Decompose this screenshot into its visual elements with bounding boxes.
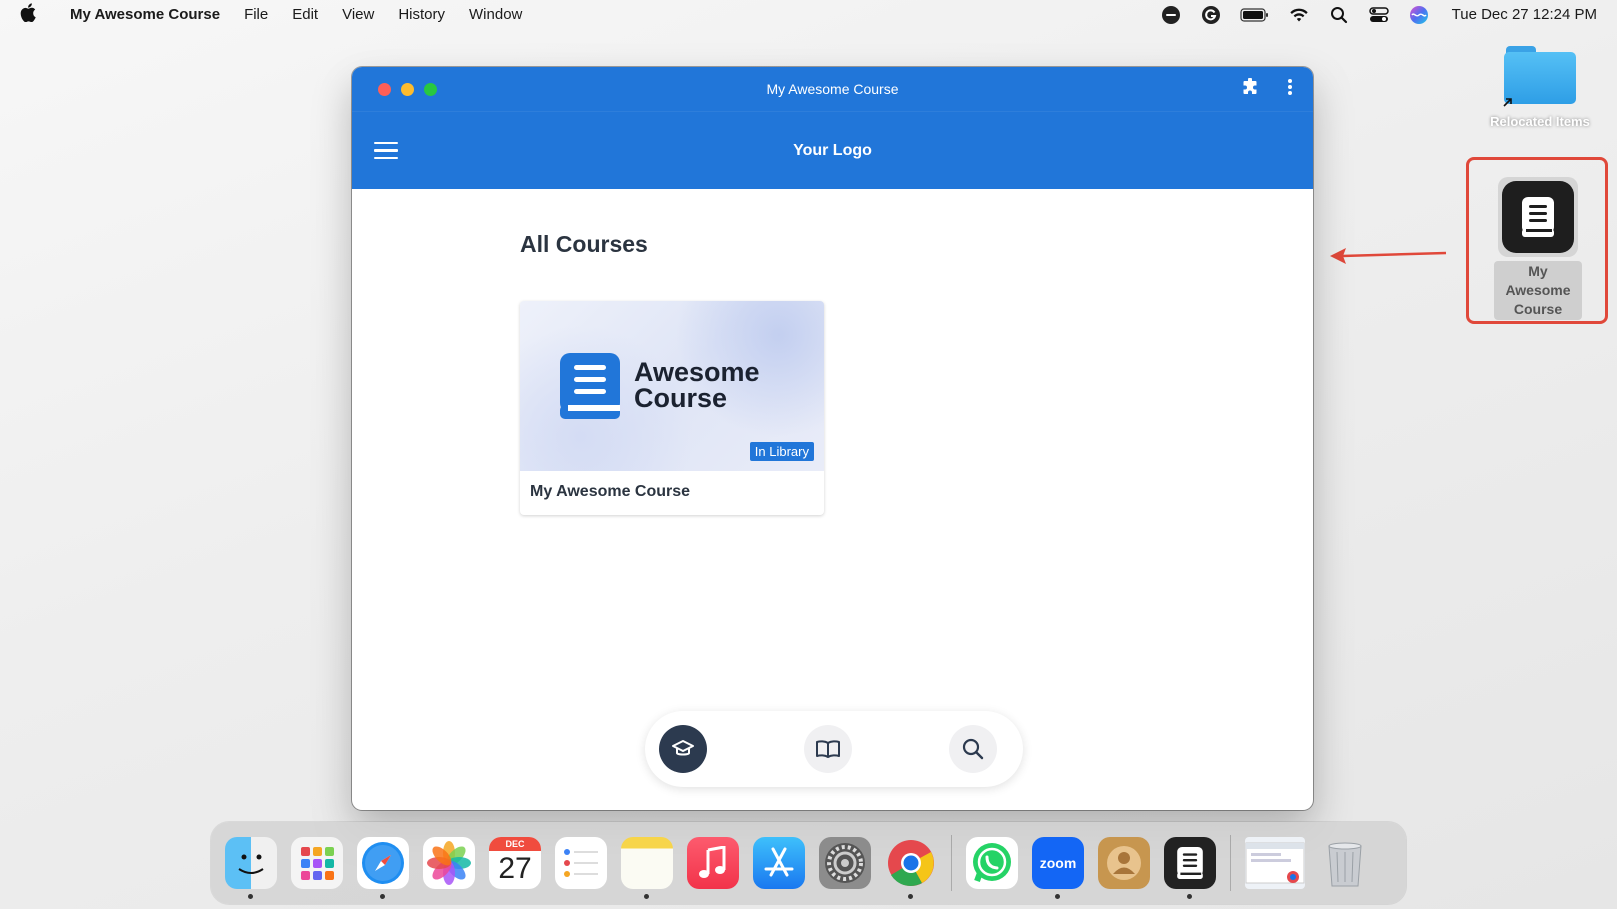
window-controls — [378, 82, 437, 96]
dock-safari[interactable] — [357, 837, 409, 899]
safari-compass-icon — [362, 842, 404, 884]
menu-view[interactable]: View — [342, 6, 374, 23]
siri-icon[interactable] — [1408, 4, 1430, 26]
menu-file[interactable]: File — [244, 6, 268, 23]
music-note-icon — [699, 846, 726, 878]
zoom-label: zoom — [1039, 855, 1077, 871]
gear-icon — [825, 843, 865, 883]
menubar-clock[interactable]: Tue Dec 27 12:24 PM — [1452, 6, 1597, 23]
dock-my-awesome-course[interactable] — [1164, 837, 1216, 899]
thumbnail-brand: Awesome Course — [634, 357, 760, 413]
nav-courses-button[interactable] — [659, 725, 707, 773]
app-window: My Awesome Course Your Logo All Courses — [352, 67, 1313, 810]
dock-system-settings[interactable] — [819, 837, 871, 889]
course-thumbnail: Awesome Course In Library — [520, 301, 824, 471]
photos-flower-icon — [427, 841, 471, 885]
desktop-app-label: My Awesome Course — [1494, 261, 1582, 320]
desktop-app-my-awesome-course[interactable]: My Awesome Course — [1494, 177, 1582, 320]
chrome-icon — [888, 840, 934, 887]
dock-finder[interactable] — [225, 837, 277, 899]
app-header: Your Logo — [352, 111, 1313, 189]
dock: DEC 27 zoom — [211, 822, 1406, 904]
open-book-icon — [816, 740, 840, 758]
search-icon — [962, 738, 984, 760]
whatsapp-icon — [973, 843, 1011, 883]
window-titlebar[interactable]: My Awesome Course — [352, 67, 1313, 111]
book-icon — [560, 353, 620, 419]
launchpad-grid-icon — [301, 847, 334, 880]
hamburger-menu-icon[interactable] — [374, 137, 398, 165]
dock-whatsapp[interactable] — [966, 837, 1018, 889]
dock-contacts[interactable] — [1098, 837, 1150, 889]
course-card[interactable]: Awesome Course In Library My Awesome Cou… — [520, 301, 824, 515]
menu-window[interactable]: Window — [469, 6, 522, 23]
dock-chrome[interactable] — [885, 837, 937, 899]
finder-face-icon — [238, 854, 264, 874]
course-app-icon — [1498, 177, 1578, 257]
brand-line-1: Awesome — [634, 357, 760, 387]
nav-search-button[interactable] — [949, 725, 997, 773]
dock-app-store[interactable] — [753, 837, 805, 889]
app-store-icon — [764, 847, 794, 877]
graduation-cap-icon — [672, 740, 694, 756]
dock-music[interactable] — [687, 837, 739, 889]
wifi-icon[interactable] — [1288, 4, 1310, 26]
folder-icon — [1503, 46, 1576, 107]
more-options-icon[interactable] — [1287, 78, 1293, 101]
spotlight-search-icon[interactable] — [1328, 4, 1350, 26]
menubar-app-name[interactable]: My Awesome Course — [70, 6, 220, 23]
menu-edit[interactable]: Edit — [292, 6, 318, 23]
course-book-icon — [1177, 847, 1203, 879]
trash-icon — [1328, 842, 1362, 887]
brand-line-2: Course — [634, 383, 728, 413]
control-center-icon[interactable] — [1368, 4, 1390, 26]
reminders-list-icon — [564, 849, 598, 877]
course-title[interactable]: My Awesome Course — [520, 471, 824, 513]
dock-separator-2 — [1230, 835, 1231, 891]
folder-label: Relocated Items — [1490, 114, 1590, 129]
dock-separator — [951, 835, 952, 891]
close-button[interactable] — [378, 82, 391, 96]
battery-icon[interactable] — [1240, 4, 1270, 26]
focus-icon[interactable] — [1160, 4, 1182, 26]
pointer-arrow-icon — [1330, 248, 1447, 264]
nav-library-button[interactable] — [804, 725, 852, 773]
in-library-badge: In Library — [749, 442, 814, 461]
bottom-navigation — [645, 711, 1023, 787]
grammarly-icon[interactable] — [1200, 4, 1222, 26]
dock-minimized-window[interactable] — [1245, 837, 1305, 889]
desktop-folder-relocated-items[interactable]: Relocated Items — [1480, 46, 1600, 129]
calendar-day: 27 — [498, 852, 532, 885]
status-tray: Tue Dec 27 12:24 PM — [1160, 4, 1597, 26]
dock-trash[interactable] — [1319, 837, 1371, 889]
dock-calendar[interactable]: DEC 27 — [489, 837, 541, 889]
calendar-month: DEC — [489, 837, 541, 851]
dock-zoom[interactable]: zoom — [1032, 837, 1084, 899]
window-thumbnail-icon — [1245, 842, 1305, 884]
zoom-button[interactable] — [424, 82, 437, 96]
menu-history[interactable]: History — [398, 6, 445, 23]
apple-menu-icon[interactable] — [20, 2, 48, 27]
extensions-puzzle-icon[interactable] — [1241, 77, 1259, 101]
main-content: All Courses Awesome Course In Library My… — [352, 189, 1313, 809]
dock-photos[interactable] — [423, 837, 475, 889]
contacts-person-icon — [1107, 846, 1141, 880]
section-title: All Courses — [520, 231, 648, 257]
dock-reminders[interactable] — [555, 837, 607, 889]
minimize-button[interactable] — [401, 82, 414, 96]
dock-notes[interactable] — [621, 837, 673, 899]
header-logo[interactable]: Your Logo — [352, 142, 1313, 160]
menu-bar: My Awesome Course File Edit View History… — [0, 0, 1617, 29]
dock-launchpad[interactable] — [291, 837, 343, 889]
window-title: My Awesome Course — [766, 81, 899, 97]
